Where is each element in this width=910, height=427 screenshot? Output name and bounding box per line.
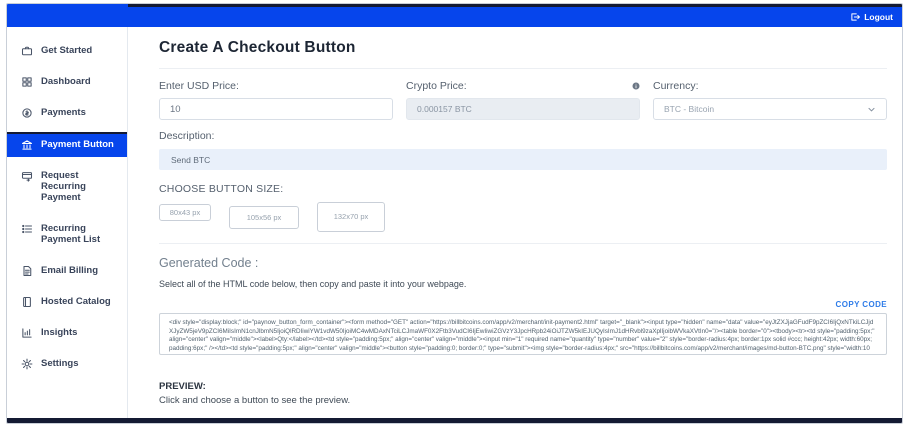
copy-code-link[interactable]: COPY CODE	[836, 300, 887, 309]
gear-icon	[21, 358, 33, 370]
sidebar-item-label: Email Billing	[41, 264, 99, 276]
currency-column: Currency: BTC - Bitcoin	[653, 80, 887, 120]
preview-instruction: Click and choose a button to see the pre…	[159, 395, 351, 406]
sidebar-item-label: Recurring Payment List	[41, 222, 101, 245]
sidebar-item-label: Payment Button	[41, 139, 114, 150]
list-icon	[22, 224, 33, 233]
grid-icon	[22, 77, 32, 87]
sidebar: Get Started Dashboard Payments Payment B…	[7, 27, 128, 418]
sidebar-item-label: Settings	[41, 357, 79, 369]
sidebar-item-label: Hosted Catalog	[41, 295, 111, 307]
sidebar-item-dashboard[interactable]: Dashboard	[7, 70, 127, 94]
bank-icon	[21, 140, 33, 150]
main-content: Create A Checkout Button Enter USD Price…	[129, 27, 902, 418]
chevron-down-icon	[868, 107, 875, 111]
sidebar-item-insights[interactable]: Insights	[7, 321, 127, 345]
sidebar-item-label: Dashboard	[41, 76, 91, 87]
sidebar-item-recurring-payment-list[interactable]: Recurring Payment List	[7, 217, 127, 252]
sidebar-item-email-billing[interactable]: Email Billing	[7, 259, 127, 283]
description-label: Description:	[159, 130, 215, 142]
currency-value: BTC - Bitcoin	[664, 104, 715, 114]
description-value: Send BTC	[171, 154, 211, 165]
description-field[interactable]: Send BTC	[159, 149, 887, 170]
size-option-medium[interactable]: 105x56 px	[229, 206, 299, 229]
sidebar-item-label: Get Started	[41, 45, 93, 56]
sidebar-item-settings[interactable]: Settings	[7, 352, 127, 376]
price-form-row: Enter USD Price: Crypto Price: 0.000157 …	[159, 80, 887, 120]
section-divider	[159, 243, 887, 244]
sidebar-item-request-recurring-payment[interactable]: Request Recurring Payment	[7, 164, 127, 210]
generated-code-box[interactable]: <div style="display:block;" id="paynow_b…	[159, 313, 887, 355]
info-icon[interactable]	[632, 82, 640, 90]
crypto-price-label: Crypto Price:	[406, 80, 467, 92]
bottom-bar	[7, 418, 902, 423]
card-arrow-icon	[21, 172, 33, 182]
sidebar-item-get-started[interactable]: Get Started	[7, 39, 127, 63]
currency-select[interactable]: BTC - Bitcoin	[653, 98, 887, 120]
title-divider	[159, 68, 887, 69]
currency-label: Currency:	[653, 80, 699, 92]
logout-label: Logout	[864, 12, 893, 22]
usd-price-input[interactable]	[170, 99, 382, 119]
crypto-price-field: 0.000157 BTC	[406, 98, 640, 120]
logout-button[interactable]: Logout	[850, 12, 893, 22]
logo-area	[7, 4, 128, 27]
usd-price-field	[159, 98, 393, 120]
size-option-small[interactable]: 80x43 px	[159, 204, 211, 221]
page-title: Create A Checkout Button	[159, 39, 356, 56]
generated-code-text: <div style="display:block;" id="paynow_b…	[169, 319, 875, 354]
logout-icon	[851, 13, 861, 21]
app-frame: Logout Get Started Dashboard Payments Pa…	[6, 3, 903, 424]
crypto-price-value: 0.000157 BTC	[417, 104, 472, 114]
sidebar-item-payment-button[interactable]: Payment Button	[7, 132, 127, 157]
sidebar-item-payments[interactable]: Payments	[7, 101, 127, 125]
top-navbar: Logout	[128, 7, 902, 27]
generated-code-instruction: Select all of the HTML code below, then …	[159, 279, 467, 289]
sidebar-item-hosted-catalog[interactable]: Hosted Catalog	[7, 290, 127, 314]
briefcase-icon	[21, 46, 33, 56]
usd-price-label: Enter USD Price:	[159, 80, 239, 92]
size-option-large[interactable]: 132x70 px	[317, 202, 385, 232]
preview-title: PREVIEW:	[159, 381, 206, 392]
sidebar-item-label: Payments	[41, 107, 86, 118]
coin-icon	[22, 108, 32, 118]
document-icon	[23, 265, 32, 276]
generated-code-title: Generated Code :	[159, 256, 259, 270]
crypto-price-column: Crypto Price: 0.000157 BTC	[406, 80, 640, 120]
button-size-label: CHOOSE BUTTON SIZE:	[159, 183, 284, 195]
button-size-options: 80x43 px 105x56 px 132x70 px	[159, 202, 887, 232]
book-icon	[23, 296, 31, 307]
usd-price-column: Enter USD Price:	[159, 80, 393, 120]
chart-icon	[22, 327, 32, 338]
sidebar-item-label: Insights	[41, 326, 78, 338]
sidebar-item-label: Request Recurring Payment	[41, 170, 86, 203]
